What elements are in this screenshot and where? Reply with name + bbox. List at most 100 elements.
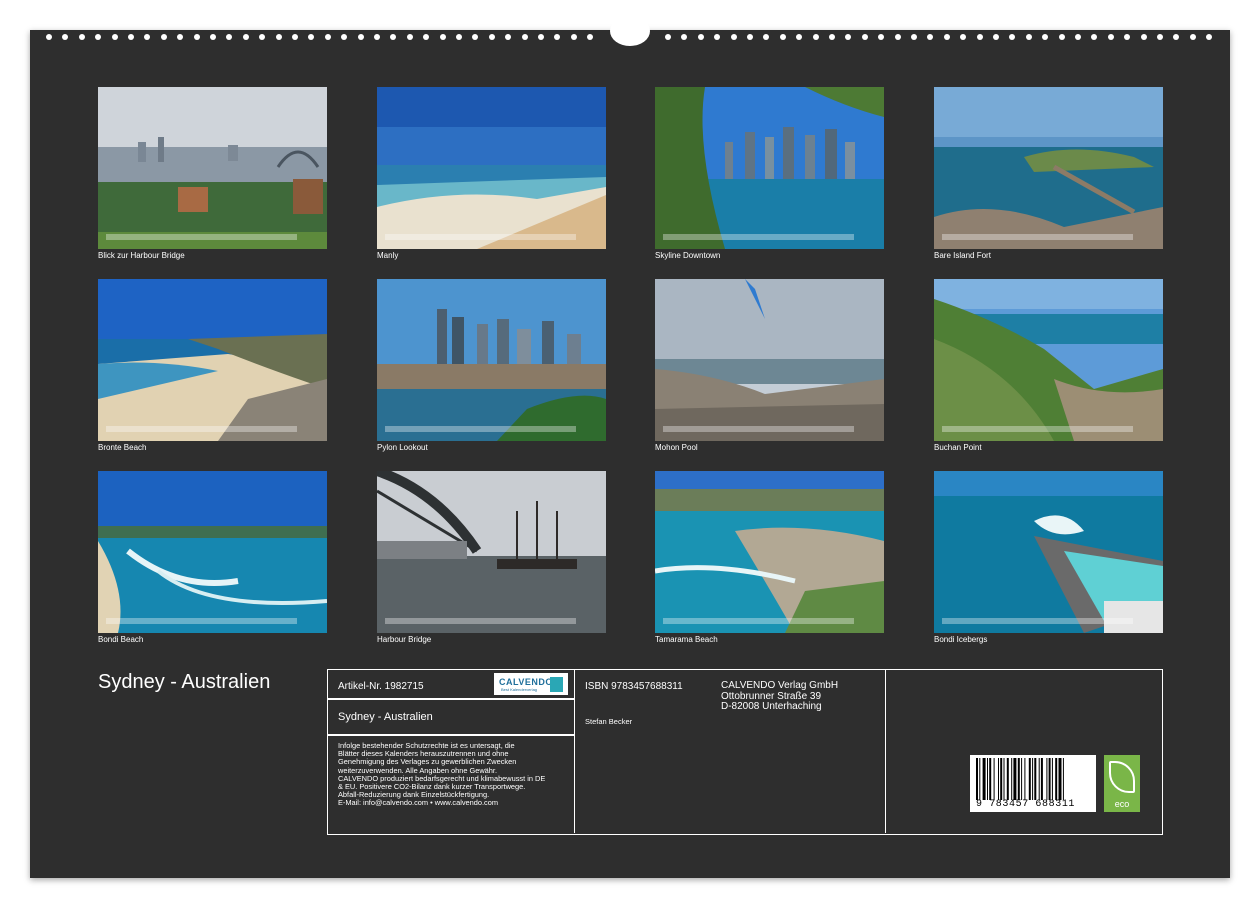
binding-hole — [570, 34, 577, 40]
publisher-line: D-82008 Unterhaching — [721, 701, 822, 712]
barcode-bars — [976, 758, 1064, 800]
photo-month-strip — [942, 618, 1133, 624]
binding-hole — [1173, 34, 1180, 40]
binding-hole — [1058, 34, 1065, 40]
binding-hole — [439, 34, 446, 40]
binding-hole — [160, 34, 167, 40]
calvendo-logo: CALVENDO Best Kalenderverlag — [494, 673, 568, 695]
photo-image — [934, 87, 1163, 249]
binding-hole — [259, 34, 266, 40]
logo-wordmark: CALVENDO — [499, 677, 553, 687]
photo-caption: Pylon Lookout — [377, 443, 428, 452]
photo-thumbnail — [377, 279, 606, 441]
photo-month-strip — [106, 426, 297, 432]
binding-hole — [505, 34, 512, 40]
binding-hole — [730, 34, 737, 40]
photo-month-strip — [385, 234, 576, 240]
binding-hole — [1124, 34, 1131, 40]
binding-hole — [829, 34, 835, 40]
binding-hole — [177, 34, 184, 40]
photo-caption: Bronte Beach — [98, 443, 147, 452]
binding-hole — [1206, 34, 1213, 40]
photo-caption: Mohon Pool — [655, 443, 698, 452]
photo-image — [934, 279, 1163, 441]
binding-hole — [681, 34, 688, 40]
binding-hole — [927, 34, 934, 40]
photo-caption: Buchan Point — [934, 443, 982, 452]
photo-thumbnail — [655, 87, 884, 249]
binding-hole — [894, 34, 901, 40]
binding-hole — [521, 34, 528, 40]
binding-hole — [993, 34, 999, 40]
photo-month-strip — [385, 426, 576, 432]
binding-hole — [472, 34, 479, 40]
binding-hole — [456, 34, 462, 40]
binding-hole — [292, 34, 298, 40]
photo-thumbnail — [377, 471, 606, 633]
binding-hole — [95, 34, 102, 40]
binding-hole — [845, 34, 852, 40]
binding-hole — [554, 34, 561, 40]
binding-hole — [587, 34, 594, 40]
eco-label: eco — [1114, 799, 1130, 809]
photo-thumbnail — [377, 87, 606, 249]
binding-hole — [1075, 34, 1081, 40]
article-number: Artikel-Nr. 1982715 — [338, 681, 424, 692]
photo-image — [98, 279, 327, 441]
binding-hole — [1157, 34, 1163, 40]
binding-hole — [665, 34, 671, 40]
binding-hole — [943, 34, 950, 40]
photo-image — [377, 471, 606, 633]
binding-hole — [78, 34, 85, 40]
binding-hole — [538, 34, 544, 40]
binding-hole — [226, 34, 233, 40]
photo-thumbnail — [98, 279, 327, 441]
photo-month-strip — [106, 234, 297, 240]
logo-subline: Best Kalenderverlag — [501, 687, 538, 692]
binding-hole — [488, 34, 495, 40]
photo-month-strip — [942, 234, 1133, 240]
binding-hole — [878, 34, 885, 40]
binding-hole — [714, 34, 721, 40]
binding-hole — [423, 34, 430, 40]
binding-hole — [1189, 34, 1196, 40]
legal-line: E-Mail: info@calvendo.com • www.calvendo… — [338, 798, 499, 808]
photo-thumbnail — [934, 471, 1163, 633]
photo-caption: Tamarama Beach — [655, 635, 718, 644]
binding-hole — [796, 34, 803, 40]
photo-caption: Blick zur Harbour Bridge — [98, 251, 185, 260]
imprint-column-1: Artikel-Nr. 1982715 CALVENDO Best Kalend… — [328, 670, 575, 833]
photo-thumbnail — [655, 279, 884, 441]
photo-image — [655, 87, 884, 249]
binding-hole — [406, 34, 413, 40]
divider — [328, 698, 574, 700]
legal-notice: Infolge bestehender Schutzrechte ist es … — [338, 741, 570, 808]
photo-thumbnail — [934, 87, 1163, 249]
photo-month-strip — [663, 618, 854, 624]
logo-mark-icon — [550, 677, 563, 692]
photo-caption: Skyline Downtown — [655, 251, 721, 260]
binding-hole — [747, 34, 753, 40]
photo-month-strip — [663, 234, 854, 240]
binding-hole — [242, 34, 249, 40]
binding-hole — [210, 34, 216, 40]
isbn: ISBN 9783457688311 — [585, 681, 683, 692]
binding-hole — [960, 34, 967, 40]
binding-hole — [779, 34, 786, 40]
leaf-icon — [1109, 761, 1135, 793]
hanger-notch — [610, 16, 650, 46]
binding-hole — [861, 34, 868, 40]
photo-image — [377, 279, 606, 441]
photo-image — [655, 279, 884, 441]
author: Stefan Becker — [585, 717, 633, 726]
binding-hole — [193, 34, 200, 40]
photo-caption: Harbour Bridge — [377, 635, 432, 644]
binding-hole — [46, 34, 52, 40]
publisher-line: CALVENDO Verlag GmbH — [721, 680, 839, 691]
calendar-title: Sydney - Australien — [98, 671, 271, 693]
binding-hole — [1107, 34, 1114, 40]
photo-thumbnail — [98, 471, 327, 633]
binding-hole — [1042, 34, 1049, 40]
binding-hole — [144, 34, 151, 40]
photo-month-strip — [106, 618, 297, 624]
